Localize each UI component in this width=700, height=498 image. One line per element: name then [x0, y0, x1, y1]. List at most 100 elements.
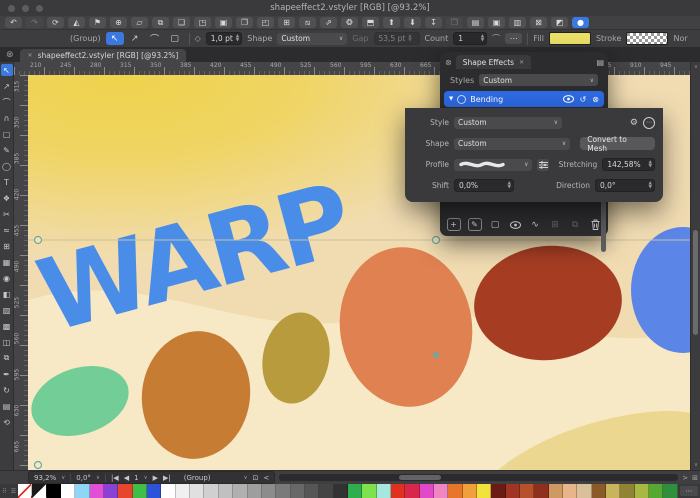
- add-grid-button[interactable]: ⊞: [278, 17, 295, 28]
- paste-effect-button[interactable]: ⊞: [549, 218, 562, 231]
- color-swatch[interactable]: [161, 484, 175, 498]
- color-swatch[interactable]: [248, 484, 262, 498]
- lower-button[interactable]: ⬇: [404, 17, 421, 28]
- stroke-width-stepper[interactable]: ▲▼: [236, 35, 239, 43]
- marquee-tool[interactable]: ▢: [1, 128, 13, 140]
- gap-field[interactable]: 53,5 pt ▲▼: [374, 32, 420, 45]
- next-page-button[interactable]: ▶: [153, 474, 158, 482]
- color-swatch[interactable]: [305, 484, 319, 498]
- transparency-tool[interactable]: ▩: [1, 320, 13, 332]
- color-swatch[interactable]: [563, 484, 577, 498]
- pen-tool[interactable]: ✎: [1, 144, 13, 156]
- spiral-button[interactable]: ❂: [341, 17, 358, 28]
- stroke-width-field[interactable]: 1,0 pt ▲▼: [206, 32, 242, 45]
- knife-tool[interactable]: ✂: [1, 208, 13, 220]
- shape-option-dropdown[interactable]: Custom∨: [454, 138, 570, 150]
- convert-to-mesh-button[interactable]: Convert to Mesh: [580, 137, 655, 150]
- color-swatch[interactable]: [262, 484, 276, 498]
- shape-tool-button[interactable]: ●: [572, 17, 589, 28]
- duplicate-button[interactable]: ⧉: [152, 17, 169, 28]
- color-swatch[interactable]: [319, 484, 333, 498]
- copy-style-button[interactable]: ❏: [173, 17, 190, 28]
- select-tool[interactable]: ↖: [1, 64, 13, 76]
- effect-handle[interactable]: [35, 462, 42, 469]
- page-tool[interactable]: ▤: [1, 400, 13, 412]
- color-swatch[interactable]: [276, 484, 290, 498]
- more-options-button[interactable]: ⋯: [505, 33, 522, 44]
- shift-field[interactable]: 0,0% ▲▼: [454, 179, 514, 192]
- save-icon[interactable]: ⊡: [253, 474, 259, 482]
- palette-list-icon[interactable]: ☰: [9, 484, 18, 498]
- palette-grip-icon[interactable]: ⠿: [0, 484, 9, 498]
- stroke-color-swatch[interactable]: [626, 32, 668, 45]
- vertical-scrollbar-thumb[interactable]: [693, 230, 698, 335]
- text-tool[interactable]: T: [1, 176, 13, 188]
- document-tab[interactable]: ✕ shapeeffect2.vstyler [RGB] [@93.2%]: [20, 49, 187, 62]
- color-swatch[interactable]: [47, 484, 61, 498]
- ellipse-tool[interactable]: ◯: [1, 160, 13, 172]
- color-swatch[interactable]: [104, 484, 118, 498]
- color-swatch[interactable]: [606, 484, 620, 498]
- more-circle-icon[interactable]: ⋯: [643, 117, 655, 129]
- tool-group-select[interactable]: ⌒: [146, 32, 164, 45]
- shape-dropdown[interactable]: Custom∨: [277, 33, 347, 45]
- fill-color-swatch[interactable]: [549, 32, 591, 45]
- skew-tool-button[interactable]: ▱: [131, 17, 148, 28]
- snap-corner-button[interactable]: ◳: [194, 17, 211, 28]
- zoom-level-dropdown[interactable]: 93,2%: [34, 474, 56, 482]
- scroll-up-icon[interactable]: ∧: [691, 64, 700, 70]
- gradient-tool[interactable]: ◧: [1, 288, 13, 300]
- color-swatch[interactable]: [663, 484, 677, 498]
- profile-settings-icon[interactable]: [537, 159, 548, 171]
- rotate-view-tool[interactable]: ↻: [1, 384, 13, 396]
- redo-button[interactable]: ↷: [26, 17, 43, 28]
- color-swatch[interactable]: [147, 484, 161, 498]
- width-tool[interactable]: ≈: [1, 224, 13, 236]
- remove-effect-icon[interactable]: ⊗: [592, 95, 599, 104]
- color-swatch[interactable]: [649, 484, 663, 498]
- panel-tab[interactable]: Shape Effects ✕: [456, 55, 531, 69]
- tool-select[interactable]: ↖: [106, 32, 124, 45]
- gear-icon[interactable]: ⚙: [630, 118, 638, 128]
- count-field[interactable]: 1 ▲▼: [453, 32, 487, 45]
- export-button[interactable]: ⇗: [320, 17, 337, 28]
- page-number-dropdown[interactable]: 1: [134, 474, 138, 482]
- color-swatch[interactable]: [334, 484, 348, 498]
- distort-frame-button[interactable]: ▢: [489, 218, 502, 231]
- crop-mark-button[interactable]: ⊠: [530, 17, 547, 28]
- color-swatch[interactable]: [204, 484, 218, 498]
- panel-close-icon[interactable]: ⊗: [445, 58, 452, 67]
- color-swatch[interactable]: [463, 484, 477, 498]
- frame-tool[interactable]: ◫: [1, 336, 13, 348]
- color-swatch[interactable]: [549, 484, 563, 498]
- first-page-button[interactable]: |◀: [111, 474, 119, 482]
- color-swatch[interactable]: [391, 484, 405, 498]
- tool-frame-select[interactable]: ▢: [166, 32, 184, 45]
- reset-effect-icon[interactable]: ↺: [580, 95, 587, 104]
- duplicate-effect-button[interactable]: ⧉: [569, 218, 582, 231]
- color-swatch[interactable]: [219, 484, 233, 498]
- color-swatch[interactable]: [32, 484, 46, 498]
- color-swatch[interactable]: [420, 484, 434, 498]
- color-swatch[interactable]: [348, 484, 362, 498]
- color-swatch[interactable]: [118, 484, 132, 498]
- color-swatch[interactable]: [534, 484, 548, 498]
- effect-handle[interactable]: [433, 237, 440, 244]
- eye-icon[interactable]: [563, 95, 574, 103]
- target-tool-button[interactable]: ⊕: [110, 17, 127, 28]
- color-swatch[interactable]: [133, 484, 147, 498]
- effect-row-bending[interactable]: ▼ Bending ↺ ⊗: [444, 91, 604, 107]
- eyedropper-tool[interactable]: ✒: [1, 368, 13, 380]
- color-swatch[interactable]: [362, 484, 376, 498]
- clone-button[interactable]: ❐: [236, 17, 253, 28]
- tab-close-icon[interactable]: ✕: [28, 52, 33, 59]
- bend-tool[interactable]: ⌒: [1, 96, 13, 108]
- prev-page-button[interactable]: ◀: [124, 474, 129, 482]
- close-all-icon[interactable]: ⊗: [6, 50, 14, 60]
- sync-button[interactable]: ⟳: [47, 17, 64, 28]
- direct-select-tool[interactable]: ↗: [1, 80, 13, 92]
- color-swatch[interactable]: [61, 484, 75, 498]
- rotation-dropdown[interactable]: 0,0°: [76, 474, 91, 482]
- panel-menu-icon[interactable]: ▤: [596, 58, 604, 67]
- paste-style-button[interactable]: ❒: [446, 17, 463, 28]
